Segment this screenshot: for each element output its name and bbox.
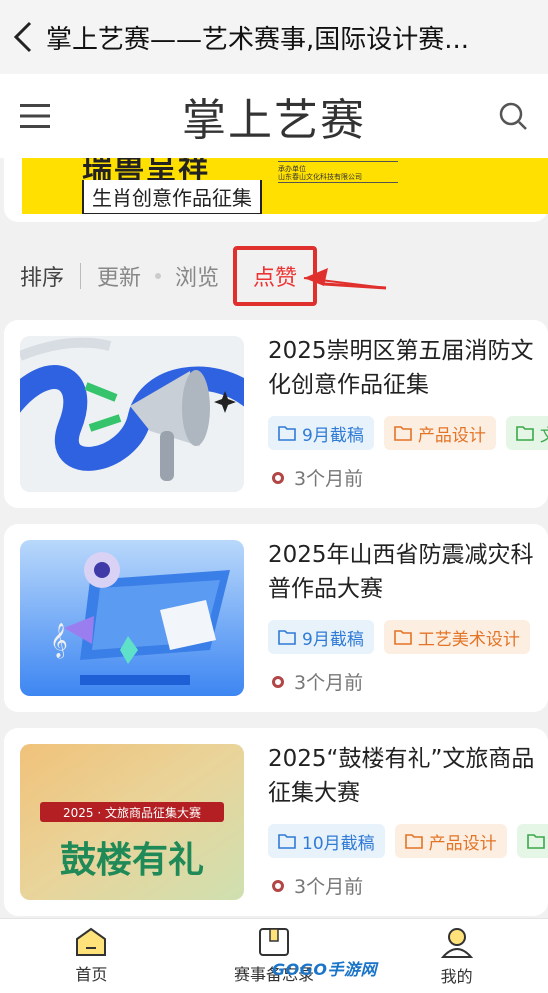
tag-list: 10月截稿 产品设计 文 [268,824,548,858]
folder-icon [516,426,534,441]
tag-label: 产品设计 [417,425,486,446]
home-icon [76,927,107,956]
time-label: 3个月前 [294,876,364,898]
category-tag: 产品设计 [383,416,496,450]
card-time: 3个月前 [272,464,363,491]
deadline-tag: 10月截稿 [268,824,385,858]
category-tag: 文 [516,824,548,858]
logo: 掌上艺赛 [182,74,366,158]
card-thumbnail[interactable]: 𝄞 [20,540,244,696]
time-dot-icon [272,879,284,892]
app-header: 掌上艺赛 [0,74,548,158]
banner-divider [278,182,398,183]
card-title[interactable]: 2025“鼓楼有礼”文旅商品征集大赛 [268,742,548,810]
folder-icon [278,630,296,645]
tag-label: 工艺美术设计 [417,629,520,650]
card-title[interactable]: 2025年山西省防震减灾科普作品大赛 [268,538,548,606]
time-label: 3个月前 [294,468,364,490]
banner-organizer: 山东春山文化科技有限公司 [278,173,362,181]
banner-card[interactable]: 瑞兽呈祥 生肖创意作品征集 承办单位 山东春山文化科技有限公司 [4,158,548,222]
sort-option-views[interactable]: 浏览 [175,260,219,292]
tag-list: 9月截稿 产品设计 文 [268,416,548,450]
nav-profile[interactable]: 我的 [367,919,547,993]
tag-label: 9月截稿 [302,425,364,446]
card-thumbnail[interactable] [20,336,244,492]
contest-card[interactable]: 2025 · 文旅商品征集大赛 鼓楼有礼 2025“鼓楼有礼”文旅商品征集大赛 … [4,728,548,916]
card-title[interactable]: 2025崇明区第五届消防文化创意作品征集 [268,334,548,402]
sort-label: 排序 [20,266,65,291]
time-label: 3个月前 [294,672,364,694]
deadline-tag: 9月截稿 [268,620,374,654]
memo-icon [258,928,289,956]
watermark: GOGO手游网 [272,960,377,979]
card-time: 3个月前 [272,668,363,695]
folder-icon [394,426,412,441]
banner-subtitle: 生肖创意作品征集 [82,180,262,214]
folder-icon [404,834,423,849]
category-tag: 工艺美术设计 [383,620,530,654]
contest-card[interactable]: 𝄞 2025年山西省防震减灾科普作品大赛 9月截稿 工艺美术设计 3个月前 [4,524,548,712]
search-icon[interactable] [478,74,548,158]
tag-label: 文 [540,421,548,446]
title-bar: 掌上艺赛——艺术赛事,国际设计赛... [0,0,548,74]
tag-label: 产品设计 [428,833,497,854]
banner-image[interactable]: 瑞兽呈祥 生肖创意作品征集 承办单位 山东春山文化科技有限公司 [22,158,548,214]
separator-dot [155,273,162,279]
annotation-arrow-icon [303,268,387,290]
category-tag: 文 [505,416,548,450]
folder-icon [278,834,296,849]
divider [80,263,82,289]
profile-icon [440,928,473,958]
page-title: 掌上艺赛——艺术赛事,国际设计赛... [46,24,470,55]
banner-divider [278,161,398,162]
nav-label: 我的 [440,967,473,986]
logo-text: 掌上艺赛 [182,95,366,146]
nav-label: 首页 [75,965,108,984]
card-time: 3个月前 [272,872,363,899]
nav-home[interactable]: 首页 [1,919,181,993]
svg-text:𝄞: 𝄞 [50,623,68,659]
tag-list: 9月截稿 工艺美术设计 [268,620,530,654]
tag-label: 9月截稿 [302,629,364,650]
sort-option-update[interactable]: 更新 [97,260,141,292]
card-thumbnail[interactable]: 2025 · 文旅商品征集大赛 鼓楼有礼 [20,744,244,900]
tag-label: 10月截稿 [302,833,375,854]
back-arrow-icon[interactable] [0,0,46,74]
category-tag: 产品设计 [394,824,507,858]
thumb-banner-text: 2025 · 文旅商品征集大赛 [63,805,201,820]
thumb-main-text: 鼓楼有礼 [60,839,204,881]
contest-card[interactable]: 2025崇明区第五届消防文化创意作品征集 9月截稿 产品设计 文 3个月前 [4,320,548,508]
time-dot-icon [272,675,284,688]
folder-icon [278,426,296,441]
folder-icon [394,630,412,645]
menu-icon[interactable] [0,74,70,158]
folder-icon [526,834,545,849]
deadline-tag: 9月截稿 [268,416,374,450]
sort-bar: 排序 更新 浏览 点赞 [0,234,548,318]
time-dot-icon [272,471,284,484]
